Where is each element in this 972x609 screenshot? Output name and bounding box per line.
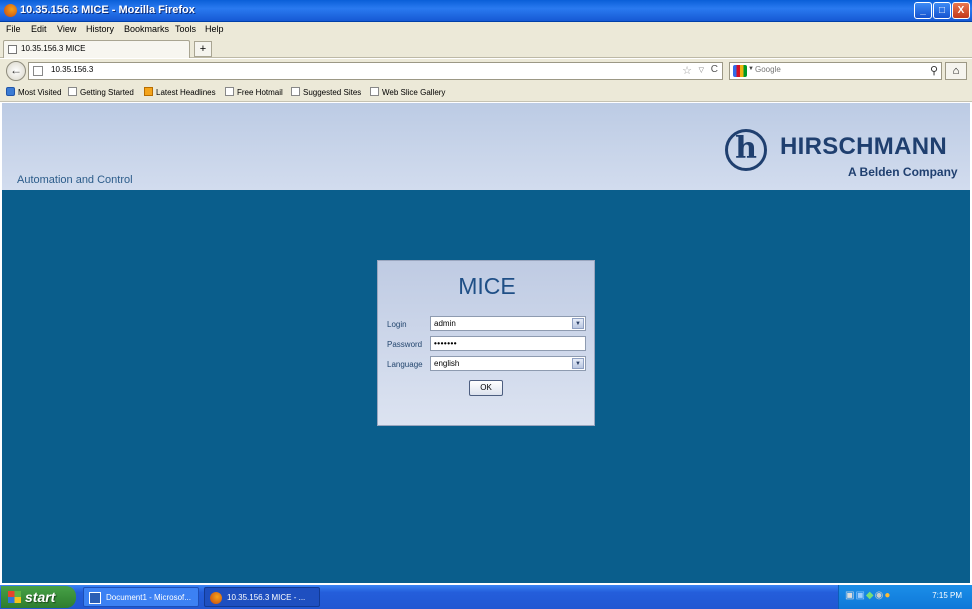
- ie-icon: [6, 87, 15, 96]
- firefox-icon: [4, 4, 17, 17]
- password-label: Password: [387, 340, 423, 349]
- chevron-down-icon[interactable]: ▼: [572, 358, 584, 369]
- page-icon: [8, 45, 17, 54]
- window-title-bar: 10.35.156.3 MICE - Mozilla Firefox _ □ X: [0, 0, 972, 22]
- login-value: admin: [434, 319, 456, 328]
- page-icon: [370, 87, 379, 96]
- menu-file[interactable]: File: [6, 24, 21, 34]
- navigation-bar: ← ☆ ▽ C ▼ ⚲ ⌂: [0, 59, 972, 84]
- search-input[interactable]: [755, 65, 915, 74]
- monitor-icon[interactable]: ▣: [855, 590, 865, 601]
- bookmark-getting-started[interactable]: Getting Started: [68, 87, 134, 97]
- speaker-icon[interactable]: ◉: [875, 590, 885, 601]
- menu-view[interactable]: View: [57, 24, 76, 34]
- search-icon[interactable]: ⚲: [930, 64, 938, 77]
- menu-bar: File Edit View History Bookmarks Tools H…: [0, 22, 972, 38]
- menu-help[interactable]: Help: [205, 24, 224, 34]
- word-icon: [89, 592, 101, 604]
- tab-mice[interactable]: 10.35.156.3 MICE: [3, 40, 190, 58]
- brand-subtitle: A Belden Company: [848, 165, 958, 179]
- chevron-down-icon[interactable]: ▼: [572, 318, 584, 329]
- menu-edit[interactable]: Edit: [31, 24, 47, 34]
- close-button[interactable]: X: [952, 2, 970, 19]
- url-dropdown-icon[interactable]: ▽: [699, 66, 704, 74]
- bookmark-star-icon[interactable]: ☆: [682, 64, 692, 77]
- bookmark-web-slice-gallery[interactable]: Web Slice Gallery: [370, 87, 445, 97]
- network-icon[interactable]: ▣: [845, 590, 855, 601]
- taskbar: start Document1 - Microsof... 10.35.156.…: [0, 585, 972, 609]
- tab-label: 10.35.156.3 MICE: [21, 44, 86, 53]
- back-button[interactable]: ←: [6, 61, 26, 81]
- language-select[interactable]: english ▼: [430, 356, 586, 371]
- page-header: Automation and Control h HIRSCHMANN A Be…: [2, 103, 970, 190]
- login-title: MICE: [458, 273, 516, 299]
- page-icon: [68, 87, 77, 96]
- url-input[interactable]: [51, 65, 651, 74]
- minimize-button[interactable]: _: [914, 2, 932, 19]
- page-icon: [225, 87, 234, 96]
- bookmark-free-hotmail[interactable]: Free Hotmail: [225, 87, 283, 97]
- menu-tools[interactable]: Tools: [175, 24, 196, 34]
- google-icon[interactable]: [733, 65, 747, 77]
- bookmark-suggested-sites[interactable]: Suggested Sites: [291, 87, 361, 97]
- chevron-down-icon[interactable]: ▼: [748, 66, 754, 72]
- hirschmann-logo-icon: h: [725, 129, 767, 171]
- maximize-button[interactable]: □: [933, 2, 951, 19]
- url-bar[interactable]: ☆ ▽ C: [28, 62, 723, 80]
- new-tab-button[interactable]: +: [194, 41, 212, 57]
- bookmarks-bar: Most Visited Getting Started Latest Head…: [0, 84, 972, 102]
- ok-button[interactable]: OK: [469, 380, 503, 396]
- taskbar-item-firefox[interactable]: 10.35.156.3 MICE - ...: [204, 587, 320, 607]
- tab-bar: 10.35.156.3 MICE +: [0, 38, 972, 58]
- bookmark-most-visited[interactable]: Most Visited: [6, 87, 61, 97]
- login-label: Login: [387, 320, 407, 329]
- tagline: Automation and Control: [17, 174, 133, 186]
- login-select[interactable]: admin ▼: [430, 316, 586, 331]
- windows-flag-icon: [8, 591, 21, 603]
- home-button[interactable]: ⌂: [945, 62, 967, 80]
- password-field[interactable]: •••••••: [430, 336, 586, 351]
- window-title: 10.35.156.3 MICE - Mozilla Firefox: [20, 4, 195, 16]
- rss-icon: [144, 87, 153, 96]
- clock: 7:15 PM: [932, 591, 962, 600]
- password-value: •••••••: [434, 339, 458, 348]
- language-value: english: [434, 359, 460, 368]
- language-label: Language: [387, 360, 423, 369]
- start-button[interactable]: start: [1, 586, 76, 608]
- taskbar-item-word[interactable]: Document1 - Microsof...: [83, 587, 199, 607]
- security-icon[interactable]: ◆: [866, 590, 875, 601]
- update-icon[interactable]: ●: [884, 590, 891, 601]
- tray-icons[interactable]: ▣▣◆◉●: [845, 590, 891, 601]
- reload-icon[interactable]: C: [711, 64, 718, 75]
- search-bar[interactable]: ▼ ⚲: [729, 62, 942, 80]
- firefox-icon: [210, 592, 222, 604]
- page-content: Automation and Control h HIRSCHMANN A Be…: [2, 103, 970, 583]
- menu-bookmarks[interactable]: Bookmarks: [124, 24, 169, 34]
- login-panel: MICE Login admin ▼ Password ••••••• Lang…: [377, 260, 595, 426]
- system-tray: ▣▣◆◉● 7:15 PM: [838, 585, 972, 609]
- menu-history[interactable]: History: [86, 24, 114, 34]
- brand-name: HIRSCHMANN: [780, 133, 947, 160]
- bookmark-latest-headlines[interactable]: Latest Headlines: [144, 87, 216, 97]
- page-icon: [33, 66, 43, 76]
- page-icon: [291, 87, 300, 96]
